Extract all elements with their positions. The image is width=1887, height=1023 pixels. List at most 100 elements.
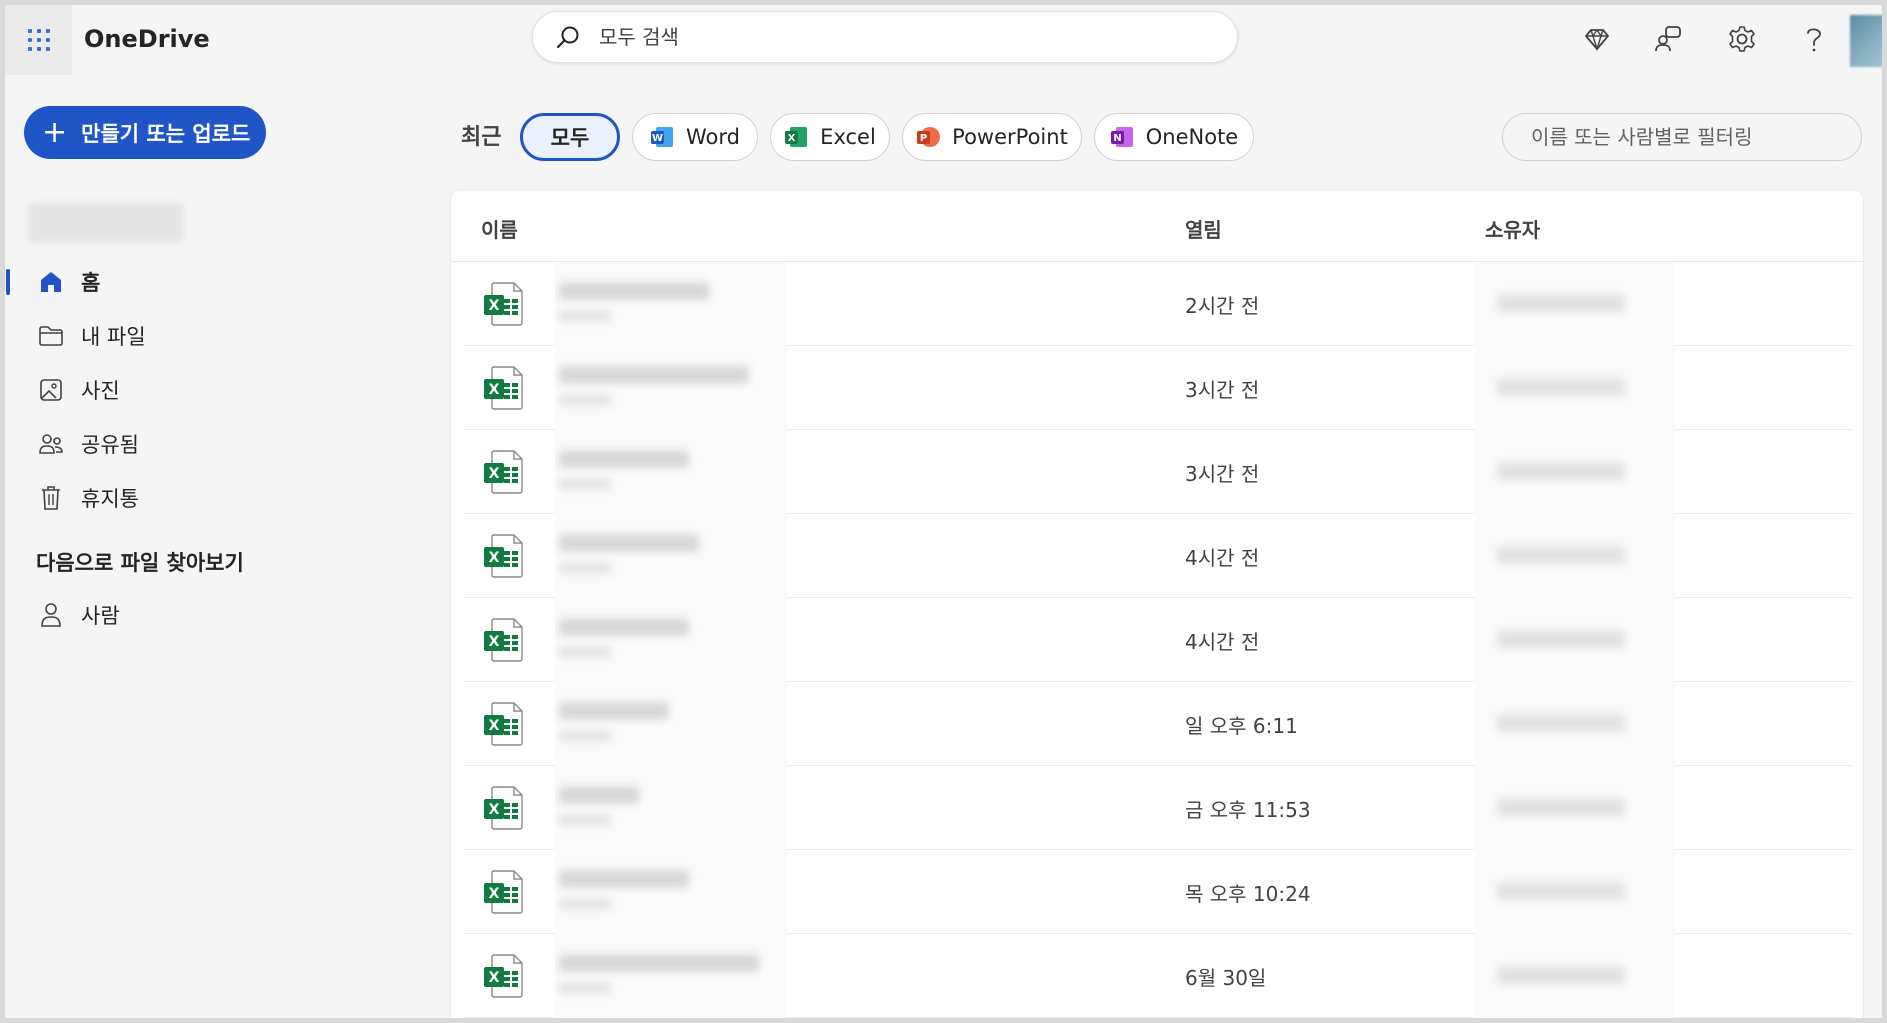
- diamond-icon: [1585, 29, 1609, 52]
- svg-text:P: P: [920, 133, 927, 144]
- account-name-redacted: [28, 203, 184, 243]
- table-row[interactable]: X 일 오후 6:11: [463, 682, 1853, 766]
- filter-pill-all[interactable]: 모두: [520, 113, 620, 161]
- create-or-upload-button[interactable]: + 만들기 또는 업로드: [24, 106, 266, 159]
- opened-time: 목 오후 10:24: [1185, 882, 1311, 906]
- owner-name-redacted: [1475, 682, 1675, 766]
- table-row[interactable]: X 4시간 전: [463, 514, 1853, 598]
- table-row[interactable]: X 목 오후 10:24: [463, 850, 1853, 934]
- table-row[interactable]: X 3시간 전: [463, 430, 1853, 514]
- opened-time: 금 오후 11:53: [1185, 798, 1311, 822]
- browse-files-heading: 다음으로 파일 찾아보기: [36, 551, 244, 575]
- file-name-redacted[interactable]: [555, 262, 787, 346]
- table-row[interactable]: X 6월 30일: [463, 934, 1853, 1018]
- table-row[interactable]: X 3시간 전: [463, 346, 1853, 430]
- top-bar: OneDrive: [5, 5, 1882, 75]
- svg-text:X: X: [489, 382, 500, 398]
- excel-file-icon: X: [484, 954, 523, 998]
- owner-name-redacted: [1475, 514, 1675, 598]
- plus-icon: +: [42, 114, 68, 150]
- sidebar-item-home[interactable]: 홈: [5, 255, 305, 309]
- filter-pill-powerpoint[interactable]: P PowerPoint: [902, 113, 1082, 161]
- excel-file-icon: X: [484, 534, 523, 578]
- excel-file-icon: X: [484, 870, 523, 914]
- file-name-redacted[interactable]: [555, 598, 787, 682]
- feedback-button[interactable]: [1652, 22, 1686, 56]
- file-name-redacted[interactable]: [555, 934, 787, 1018]
- excel-file-icon: X: [484, 282, 523, 326]
- opened-time: 2시간 전: [1185, 294, 1260, 318]
- sidebar-item-my-files[interactable]: 내 파일: [5, 309, 305, 363]
- sidebar-item-label: 홈: [81, 271, 101, 295]
- svg-text:X: X: [489, 970, 500, 986]
- owner-name-redacted: [1475, 850, 1675, 934]
- word-icon: W: [651, 127, 673, 147]
- create-or-upload-label: 만들기 또는 업로드: [81, 121, 251, 146]
- trash-icon: [37, 484, 65, 512]
- owner-name-redacted: [1475, 934, 1675, 1018]
- table-row[interactable]: X 4시간 전: [463, 598, 1853, 682]
- file-name-redacted[interactable]: [555, 682, 787, 766]
- svg-text:X: X: [489, 550, 500, 566]
- svg-text:X: X: [489, 802, 500, 818]
- excel-file-icon: X: [484, 618, 523, 662]
- premium-button[interactable]: [1580, 22, 1614, 56]
- filter-pill-word[interactable]: W Word: [632, 113, 758, 161]
- people-icon: [37, 430, 65, 458]
- waffle-icon: [27, 29, 50, 51]
- column-header-name[interactable]: 이름: [481, 214, 518, 243]
- file-name-redacted[interactable]: [555, 346, 787, 430]
- sidebar-item-people[interactable]: 사람: [5, 588, 305, 642]
- settings-button[interactable]: [1725, 22, 1759, 56]
- svg-text:N: N: [1113, 133, 1121, 144]
- owner-name-redacted: [1475, 346, 1675, 430]
- owner-name-redacted: [1475, 430, 1675, 514]
- account-avatar[interactable]: [1850, 15, 1882, 67]
- pill-label: 모두: [550, 126, 590, 150]
- svg-text:X: X: [489, 298, 500, 314]
- photo-icon: [37, 376, 65, 404]
- table-row[interactable]: X 금 오후 11:53: [463, 766, 1853, 850]
- opened-time: 3시간 전: [1185, 462, 1260, 486]
- excel-file-icon: X: [484, 702, 523, 746]
- file-name-redacted[interactable]: [555, 850, 787, 934]
- file-name-redacted[interactable]: [555, 766, 787, 850]
- pill-label: Excel: [820, 125, 876, 149]
- column-header-owner[interactable]: 소유자: [1485, 214, 1540, 243]
- recent-label: 최근: [461, 125, 502, 150]
- search-icon: [556, 26, 579, 49]
- file-name-redacted[interactable]: [555, 430, 787, 514]
- excel-file-icon: X: [484, 366, 523, 410]
- recent-files-list: 이름 열림 소유자 X 2시간 전 X 3시간 전 X 3시간 전 X 4시간 전 X 4시간 전…: [450, 189, 1864, 1018]
- help-button[interactable]: [1797, 22, 1831, 56]
- sidebar-item-photos[interactable]: 사진: [5, 363, 305, 417]
- sidebar-item-recycle-bin[interactable]: 휴지통: [5, 471, 305, 525]
- owner-name-redacted: [1475, 598, 1675, 682]
- sidebar-item-shared[interactable]: 공유됨: [5, 417, 305, 471]
- file-name-redacted[interactable]: [555, 514, 787, 598]
- list-header: 이름 열림 소유자: [451, 190, 1863, 262]
- svg-text:X: X: [489, 718, 500, 734]
- svg-text:X: X: [489, 886, 500, 902]
- search-box[interactable]: [532, 11, 1238, 63]
- svg-text:X: X: [788, 133, 796, 144]
- home-icon: [37, 268, 65, 296]
- opened-time: 6월 30일: [1185, 966, 1267, 990]
- filter-pill-onenote[interactable]: N OneNote: [1094, 113, 1254, 161]
- app-title[interactable]: OneDrive: [84, 25, 210, 53]
- opened-time: 4시간 전: [1185, 546, 1260, 570]
- pill-label: Word: [686, 125, 740, 149]
- sidebar-nav: 홈 내 파일 사진 공유됨 휴지통: [5, 255, 305, 525]
- powerpoint-icon: P: [917, 127, 941, 147]
- search-input[interactable]: [599, 22, 1199, 52]
- filter-by-name-input[interactable]: [1502, 113, 1862, 161]
- filter-pill-excel[interactable]: X Excel: [770, 113, 890, 161]
- sidebar-item-label: 공유됨: [81, 433, 139, 457]
- gear-icon: [1729, 26, 1755, 52]
- pill-label: PowerPoint: [952, 125, 1068, 149]
- column-header-opened[interactable]: 열림: [1185, 214, 1222, 243]
- feedback-icon: [1655, 26, 1681, 52]
- table-row[interactable]: X 2시간 전: [463, 262, 1853, 346]
- app-launcher-button[interactable]: [5, 5, 72, 75]
- sidebar-item-label: 사진: [81, 379, 120, 403]
